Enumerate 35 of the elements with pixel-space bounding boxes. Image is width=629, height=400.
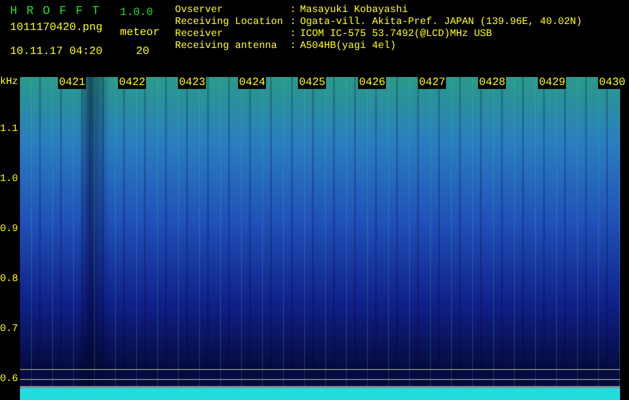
file-name: 1011170420.png [10, 22, 104, 36]
time-label: 0423 [178, 77, 206, 90]
frequency-label: 0.7 [0, 324, 18, 336]
meteor-label: meteor [120, 26, 161, 40]
info-label: Receiver [175, 29, 224, 40]
info-label: Ovserver [175, 5, 224, 16]
meteor-count: 20 [135, 45, 150, 60]
app-title: H R O F F T [10, 4, 102, 20]
time-label: 0428 [478, 77, 506, 90]
time-label: 0424 [238, 77, 266, 90]
info-value: A504HB(yagi 4el) [300, 41, 398, 53]
info-label: Receiving Location [175, 17, 284, 28]
colon-separator: : [290, 17, 298, 29]
app-version: 1.0.0 [120, 6, 154, 20]
frequency-label: 1.1 [0, 124, 18, 136]
info-label: Receiving antenna [175, 41, 278, 53]
time-label: 0421 [58, 77, 86, 90]
time-label: 0429 [538, 77, 566, 90]
colon-separator: : [290, 29, 298, 41]
time-label: 0425 [298, 77, 326, 90]
time-label: 0426 [358, 77, 386, 90]
frequency-label: 0.8 [0, 274, 18, 286]
frequency-label: 0.6 [0, 374, 18, 386]
info-value: Masayuki Kobayashi [300, 5, 410, 16]
frequency-label: 1.0 [0, 174, 18, 186]
info-value: Ogata-vill. Akita-Pref. JAPAN (139.96E, 40.02N) [300, 17, 582, 28]
time-label: 0430 [598, 77, 626, 90]
date-time: 10.11.17 04:20 [10, 45, 104, 60]
colon-separator: : [290, 5, 298, 17]
time-label: 0427 [418, 77, 446, 90]
time-label: 0422 [118, 77, 146, 90]
info-value: ICOM IC-575 53.7492(@LCD)MHz USB [300, 29, 494, 40]
frequency-label: 0.9 [0, 224, 18, 236]
axis-unit: kHz [0, 77, 18, 89]
colon-separator: : [290, 41, 298, 53]
